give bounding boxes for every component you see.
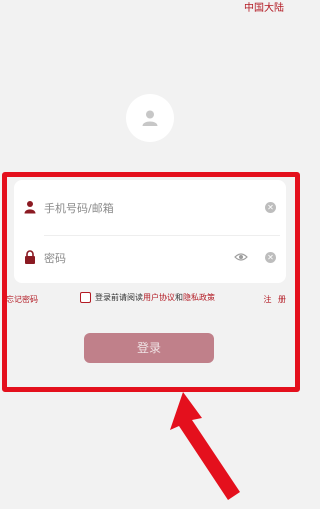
password-input[interactable] <box>44 248 234 268</box>
user-icon <box>142 110 158 126</box>
agreement-checkbox[interactable] <box>80 292 91 303</box>
agreement-prefix: 登录前请阅读 <box>95 293 143 302</box>
eye-icon[interactable] <box>234 252 248 262</box>
lock-icon <box>25 250 35 264</box>
phone-field-row: ✕ <box>14 186 286 230</box>
region-selector[interactable]: 中国大陆 <box>244 0 284 18</box>
phone-email-input[interactable] <box>44 198 234 218</box>
register-link[interactable]: 注 册 <box>263 294 288 305</box>
clear-phone-icon[interactable]: ✕ <box>265 202 276 213</box>
user-icon <box>24 201 36 214</box>
agreement-row: 登录前请阅读 用户协议 和 隐私政策 <box>80 292 215 303</box>
password-field-row: ✕ <box>14 236 286 280</box>
annotation-arrow-icon <box>170 392 240 500</box>
privacy-policy-link[interactable]: 隐私政策 <box>183 292 215 303</box>
agreement-and: 和 <box>175 293 183 302</box>
avatar <box>126 94 174 142</box>
forgot-password-link[interactable]: 忘记密码 <box>6 294 38 305</box>
options-row: 忘记密码 登录前请阅读 用户协议 和 隐私政策 注 册 <box>0 291 300 307</box>
user-agreement-link[interactable]: 用户协议 <box>143 292 175 303</box>
login-button[interactable]: 登录 <box>84 333 214 363</box>
clear-password-icon[interactable]: ✕ <box>265 252 276 263</box>
login-card: ✕ ✕ <box>14 180 286 283</box>
